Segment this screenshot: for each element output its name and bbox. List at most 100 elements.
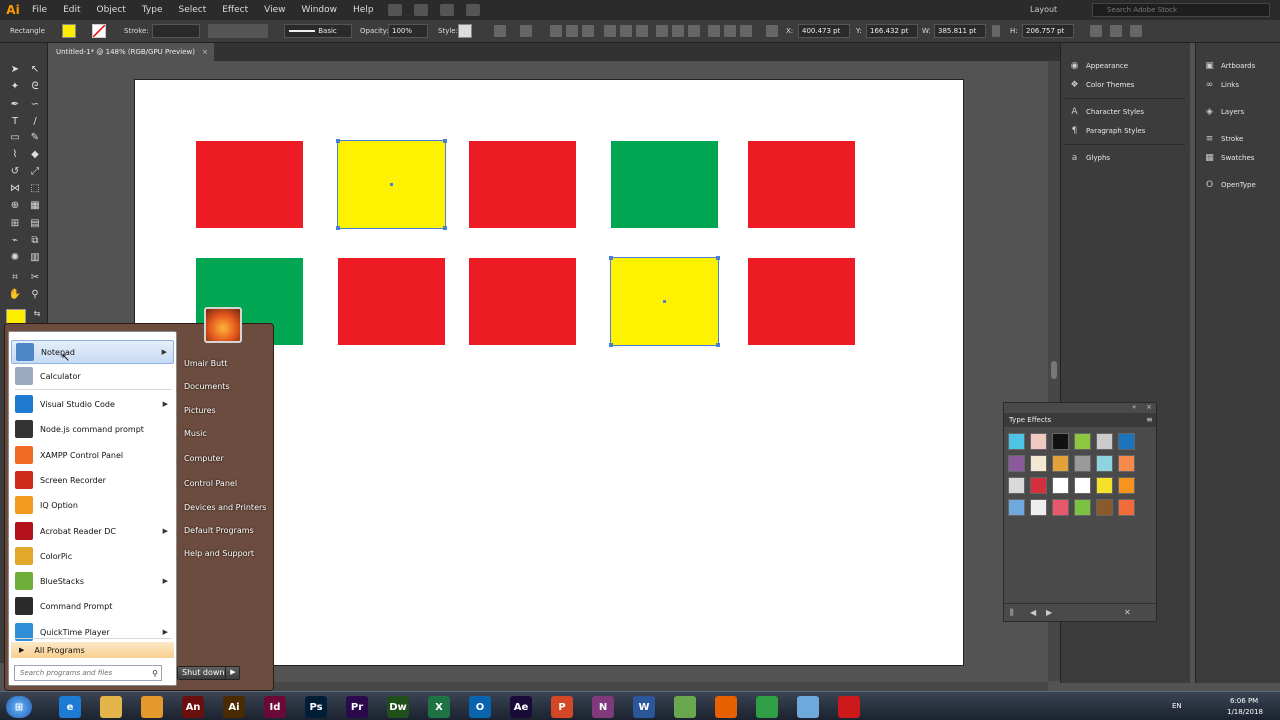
isolate-icon[interactable] [1110, 25, 1122, 37]
hand-tool-icon[interactable]: ✋ [8, 288, 22, 302]
eraser-tool-icon[interactable]: ◆ [28, 148, 42, 162]
start-program-item[interactable]: QuickTime Player ▶ [11, 620, 174, 644]
selection-handle[interactable] [716, 256, 720, 260]
direct-selection-tool-icon[interactable]: ↖ [28, 63, 42, 77]
start-program-item[interactable]: Command Prompt [11, 594, 174, 618]
x-field[interactable]: 400.473 pt [798, 24, 850, 38]
ie-icon[interactable]: e [59, 696, 81, 718]
link-documents[interactable]: Documents [184, 382, 230, 391]
panel-artboards[interactable]: ▣ Artboards [1204, 59, 1255, 73]
selection-handle[interactable] [716, 343, 720, 347]
selection-tool-icon[interactable]: ➤ [8, 63, 22, 77]
document-tab[interactable]: Untitled-1* @ 148% (RGB/GPU Preview) × [48, 43, 214, 61]
align-vcenter-icon[interactable] [620, 25, 632, 37]
artwork-rectangle[interactable] [611, 141, 718, 228]
type-effect-swatch[interactable] [1030, 477, 1047, 494]
break-link-icon[interactable]: ✕ [1124, 608, 1131, 617]
brush-definition[interactable]: Basic [284, 24, 352, 38]
column-graph-tool-icon[interactable]: ▥ [28, 251, 42, 265]
start-button-icon[interactable]: ⊞ [6, 696, 32, 718]
type-effect-swatch[interactable] [1030, 499, 1047, 516]
user-avatar[interactable] [204, 307, 242, 343]
animate-icon[interactable]: An [182, 696, 204, 718]
link-devices-printers[interactable]: Devices and Printers [184, 503, 266, 512]
shape-properties-icon[interactable] [1090, 25, 1102, 37]
start-program-item[interactable]: XAMPP Control Panel [11, 443, 174, 467]
selection-handle[interactable] [336, 139, 340, 143]
type-effect-swatch[interactable] [1030, 433, 1047, 450]
selection-handle[interactable] [443, 139, 447, 143]
type-effect-swatch[interactable] [1008, 477, 1025, 494]
gpu-performance-icon[interactable] [465, 4, 480, 16]
distribute-bottom-icon[interactable] [688, 25, 700, 37]
menu-object[interactable]: Object [89, 0, 134, 20]
type-effect-swatch[interactable] [1052, 455, 1069, 472]
word-icon[interactable]: W [633, 696, 655, 718]
artwork-rectangle[interactable] [338, 258, 445, 345]
link-default-programs[interactable]: Default Programs [184, 526, 254, 535]
clock-time[interactable]: 6:06 PM [1230, 697, 1258, 705]
indesign-icon[interactable]: Id [264, 696, 286, 718]
w-field[interactable]: 385.811 pt [934, 24, 986, 38]
firefox-icon[interactable] [715, 696, 737, 718]
submenu-arrow-icon[interactable]: ▶ [162, 348, 167, 356]
premiere-icon[interactable]: Pr [346, 696, 368, 718]
align-bottom-icon[interactable] [636, 25, 648, 37]
type-tool-icon[interactable]: T [8, 115, 22, 129]
shaper-tool-icon[interactable]: ⌇ [8, 148, 22, 162]
language-indicator[interactable]: EN [1172, 702, 1182, 710]
type-effect-swatch[interactable] [1052, 433, 1069, 450]
transform-icon[interactable] [766, 25, 778, 37]
menu-edit[interactable]: Edit [55, 0, 88, 20]
zoom-tool-icon[interactable]: ⚲ [28, 288, 42, 302]
type-effect-swatch[interactable] [1052, 477, 1069, 494]
selection-handle[interactable] [336, 226, 340, 230]
stock-search-input[interactable]: Search Adobe Stock [1092, 3, 1270, 17]
type-effect-swatch[interactable] [1096, 433, 1113, 450]
panel-layers[interactable]: ◈ Layers [1204, 105, 1244, 119]
type-effect-swatch[interactable] [1008, 499, 1025, 516]
start-program-item[interactable]: Notepad ▶ [11, 340, 174, 364]
type-effect-swatch[interactable] [1118, 455, 1135, 472]
after-effects-icon[interactable]: Ae [510, 696, 532, 718]
variable-width-profile[interactable] [208, 24, 268, 38]
type-effect-swatch[interactable] [1074, 455, 1091, 472]
recorder-icon[interactable] [838, 696, 860, 718]
link-control-panel[interactable]: Control Panel [184, 479, 237, 488]
menu-window[interactable]: Window [294, 0, 346, 20]
link-help-support[interactable]: Help and Support [184, 549, 254, 558]
bridge-icon[interactable] [387, 4, 402, 16]
mesh-tool-icon[interactable]: ⊞ [8, 217, 22, 231]
next-icon[interactable]: ▶ [1046, 608, 1052, 617]
arrange-documents-icon[interactable] [439, 4, 454, 16]
eyedropper-tool-icon[interactable]: ⌁ [8, 234, 22, 248]
dreamweaver-icon[interactable]: Dw [387, 696, 409, 718]
photoshop-icon[interactable]: Ps [305, 696, 327, 718]
chrome-icon[interactable] [756, 696, 778, 718]
align-hcenter-icon[interactable] [566, 25, 578, 37]
previous-icon[interactable]: ◀ [1030, 608, 1036, 617]
symbol-sprayer-tool-icon[interactable]: ✺ [8, 251, 22, 265]
scale-tool-icon[interactable]: ⤢ [28, 165, 42, 179]
free-transform-tool-icon[interactable]: ⬚ [28, 182, 42, 196]
graphic-style-swatch[interactable] [458, 24, 472, 38]
constrain-proportions-icon[interactable] [992, 25, 1000, 37]
stroke-weight-field[interactable] [152, 24, 200, 38]
panel-paragraph-styles[interactable]: ¶ Paragraph Styles [1069, 124, 1146, 138]
library-menu-icon[interactable]: ⫼ [1010, 608, 1014, 618]
excel-icon[interactable]: X [428, 696, 450, 718]
selection-handle[interactable] [443, 226, 447, 230]
menu-help[interactable]: Help [345, 0, 382, 20]
stroke-swatch[interactable] [92, 24, 106, 38]
menu-view[interactable]: View [256, 0, 293, 20]
type-effect-swatch[interactable] [1118, 499, 1135, 516]
start-program-item[interactable]: Acrobat Reader DC ▶ [11, 519, 174, 543]
type-effect-swatch[interactable] [1096, 499, 1113, 516]
distribute-left-icon[interactable] [708, 25, 720, 37]
rotate-tool-icon[interactable]: ↺ [8, 165, 22, 179]
opacity-field[interactable]: 100% [388, 24, 428, 38]
link-user[interactable]: Umair Butt [184, 359, 227, 368]
h-field[interactable]: 206.757 pt [1022, 24, 1074, 38]
notepad-icon[interactable] [797, 696, 819, 718]
align-top-icon[interactable] [604, 25, 616, 37]
